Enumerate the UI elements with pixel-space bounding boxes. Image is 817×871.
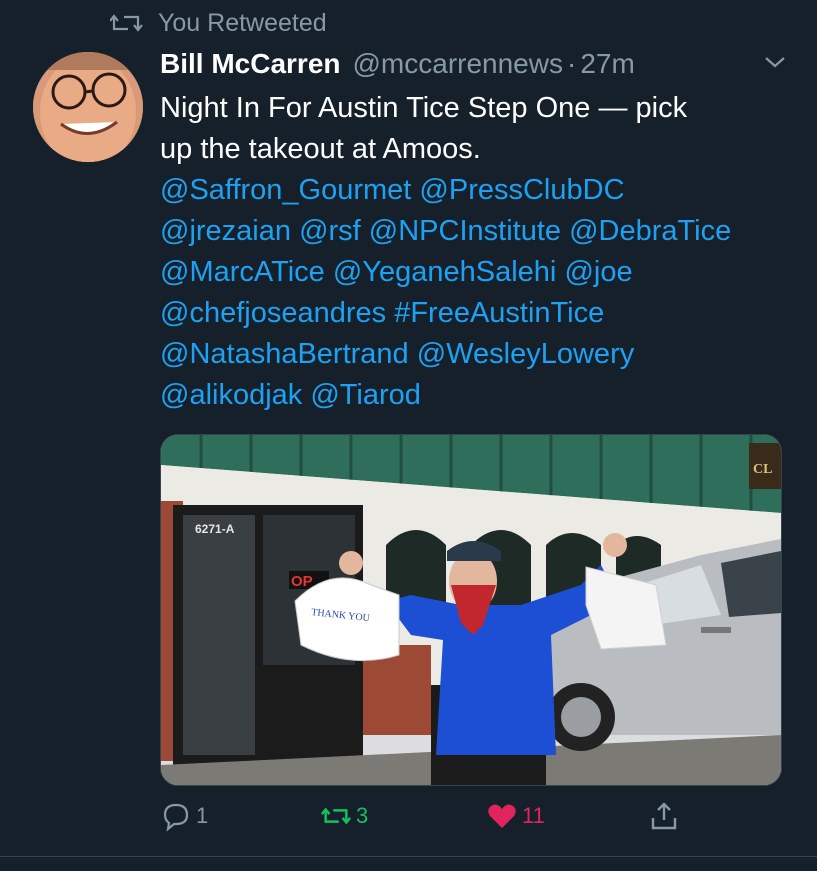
hashtag-link[interactable]: #FreeAustinTice <box>394 297 604 329</box>
share-icon <box>651 802 677 830</box>
tweet-text-line: Night In For Austin Tice Step One — pick <box>160 92 688 124</box>
mention-link[interactable]: @Tiarod <box>310 379 421 411</box>
reply-count: 1 <box>196 803 209 828</box>
chevron-down-icon[interactable] <box>763 50 787 74</box>
mention-link[interactable]: @joe <box>564 256 632 288</box>
mention-line: @chefjoseandres #FreeAustinTice <box>160 293 800 334</box>
tweet-actions: 1 3 11 <box>160 800 700 840</box>
tweet-text-line: up the takeout at Amoos. <box>160 133 481 165</box>
mention-link[interactable]: @YeganehSalehi <box>333 256 557 288</box>
mention-link[interactable]: @PressClubDC <box>419 174 624 206</box>
mention-line: @jrezaian @rsf @NPCInstitute @DebraTice <box>160 211 800 252</box>
retweet-count: 3 <box>356 803 369 828</box>
retweet-banner: You Retweeted <box>110 8 327 38</box>
tweet-time[interactable]: 27m <box>580 48 634 80</box>
mention-line: @Saffron_Gourmet @PressClubDC <box>160 170 800 211</box>
like-button[interactable]: 11 <box>486 800 545 832</box>
tweet-text: Night In For Austin Tice Step One — pick… <box>160 88 800 416</box>
mention-link[interactable]: @Saffron_Gourmet <box>160 174 411 206</box>
mention-link[interactable]: @chefjoseandres <box>160 297 386 329</box>
mention-link[interactable]: @NatashaBertrand <box>160 338 409 370</box>
author-name[interactable]: Bill McCarren <box>160 48 341 80</box>
tweet-header: Bill McCarren @mccarrennews · 27m <box>160 44 797 84</box>
mention-link[interactable]: @alikodjak <box>160 379 302 411</box>
photo-illustration: 6271-A OP CL THANK YOU <box>161 435 781 785</box>
retweet-icon <box>320 807 352 825</box>
retweet-button[interactable]: 3 <box>320 800 368 832</box>
mention-line: @MarcATice @YeganehSalehi @joe <box>160 252 800 293</box>
author-handle[interactable]: @mccarrennews <box>353 48 563 80</box>
separator-dot: · <box>566 48 577 79</box>
reply-icon <box>163 803 189 832</box>
mention-line: @NatashaBertrand @WesleyLowery <box>160 334 800 375</box>
mention-link[interactable]: @NPCInstitute <box>369 215 561 247</box>
store-number: 6271-A <box>195 522 235 536</box>
share-button[interactable] <box>648 800 684 832</box>
mention-link[interactable]: @MarcATice <box>160 256 325 288</box>
mention-link[interactable]: @WesleyLowery <box>417 338 634 370</box>
mention-link[interactable]: @jrezaian <box>160 215 291 247</box>
avatar[interactable] <box>33 52 143 162</box>
retweet-banner-label: You Retweeted <box>158 8 327 37</box>
retweet-icon <box>110 14 143 32</box>
mention-line: @alikodjak @Tiarod <box>160 375 800 416</box>
mention-link[interactable]: @rsf <box>299 215 361 247</box>
divider <box>0 856 817 857</box>
heart-icon <box>488 804 516 828</box>
reply-button[interactable]: 1 <box>160 800 208 832</box>
mention-link[interactable]: @DebraTice <box>569 215 731 247</box>
corner-sign: CL <box>753 462 772 477</box>
tweet-photo[interactable]: 6271-A OP CL THANK YOU <box>160 434 782 786</box>
like-count: 11 <box>522 803 545 828</box>
open-sign: OP <box>291 573 313 590</box>
